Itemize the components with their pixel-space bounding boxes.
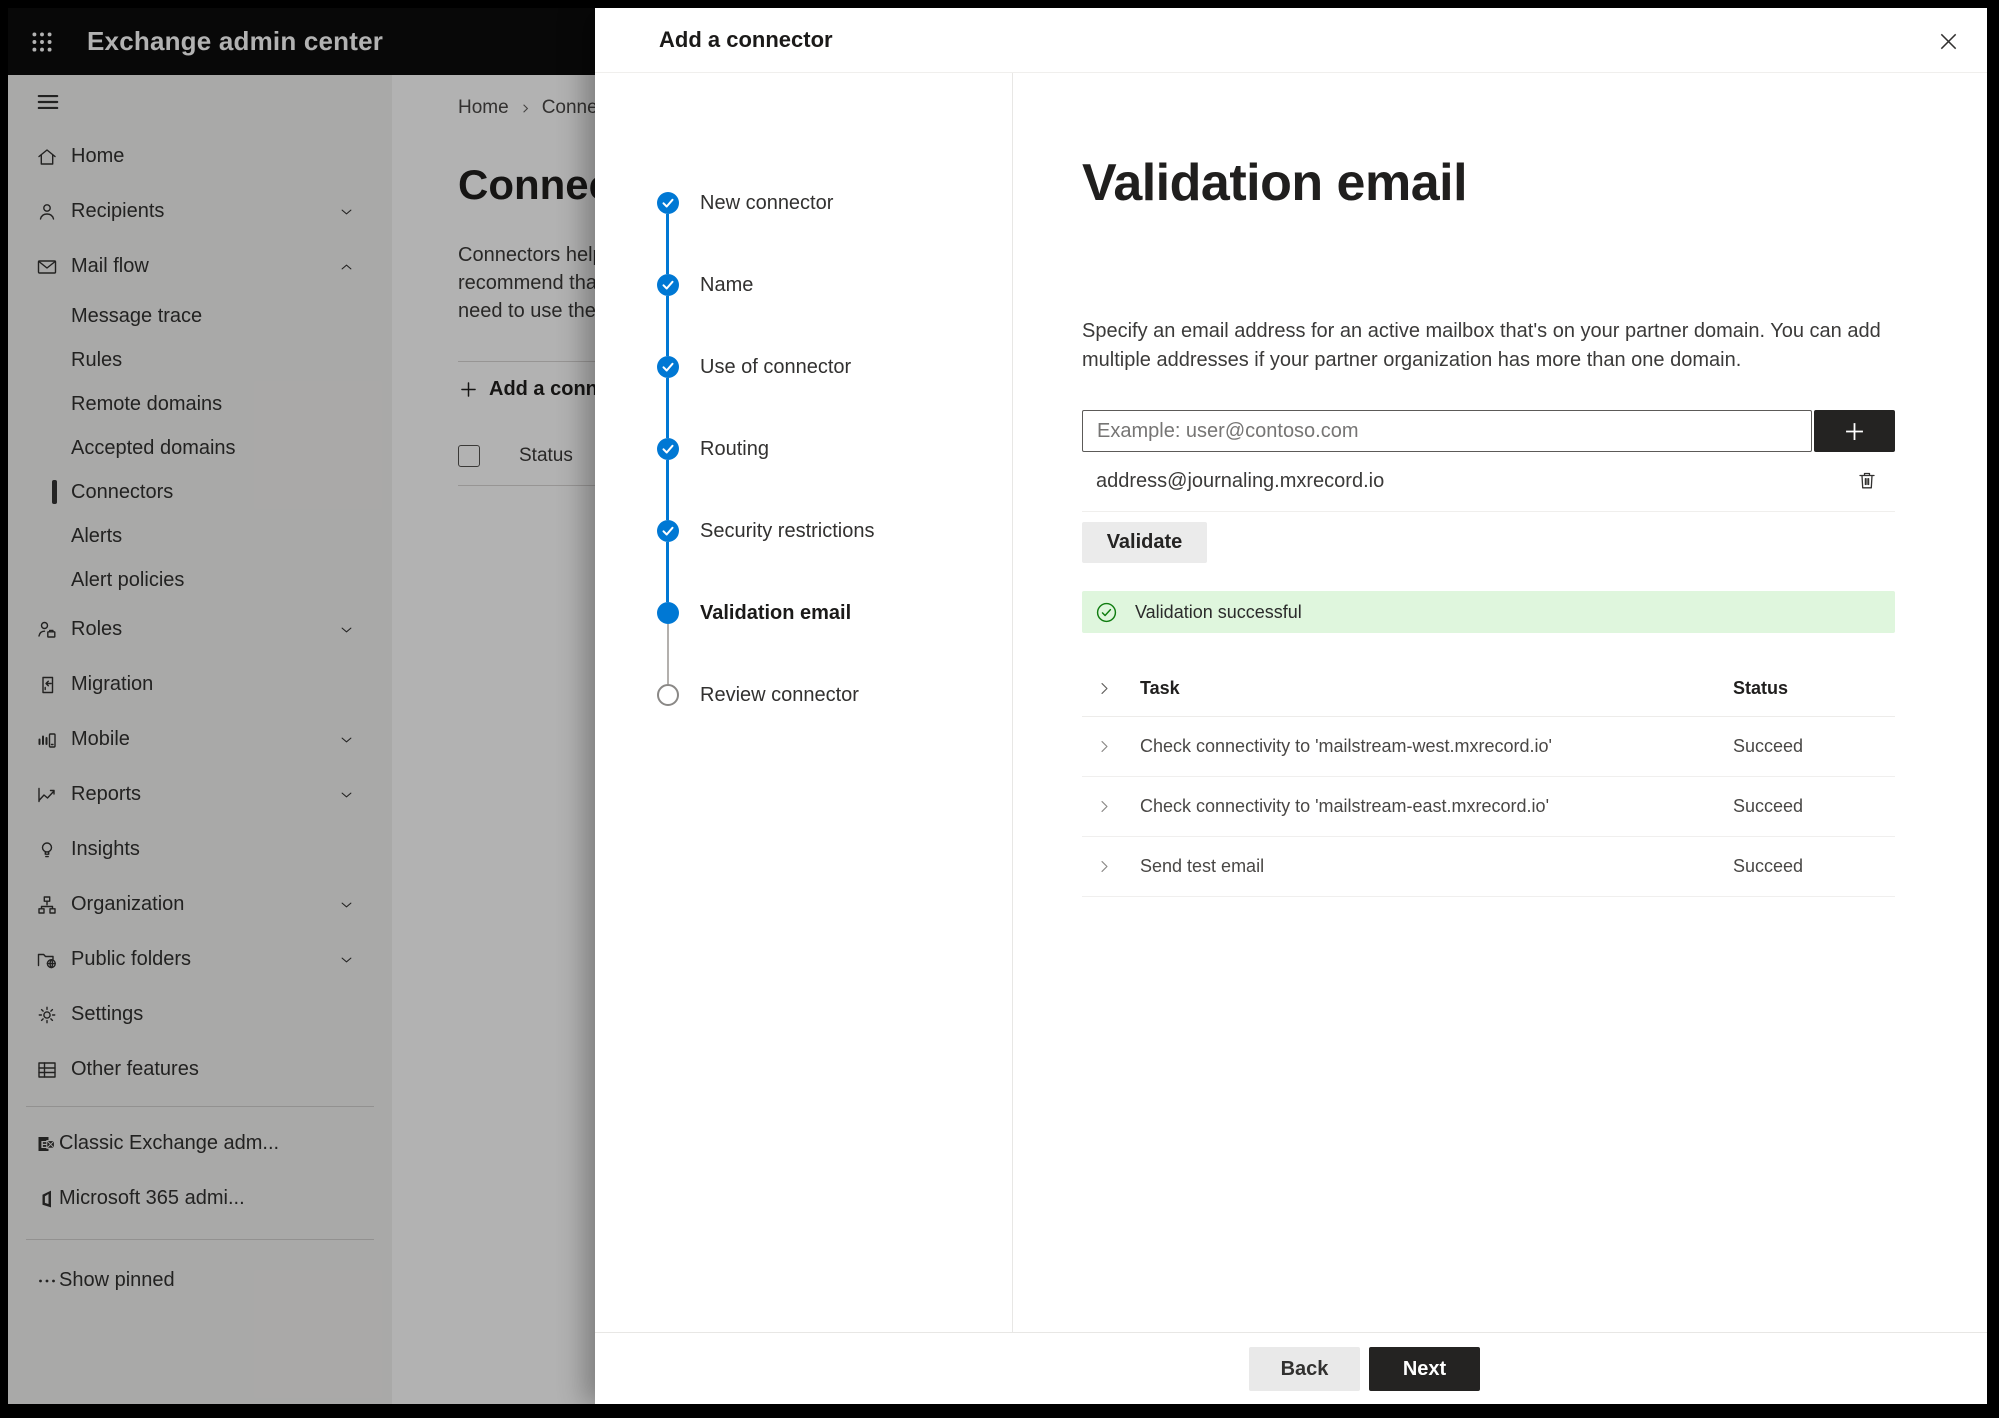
- email-address-input[interactable]: [1082, 410, 1812, 452]
- validation-success-banner: Validation successful: [1082, 591, 1895, 633]
- step-connector: [666, 460, 669, 520]
- success-check-icon: [1096, 602, 1117, 622]
- step-connector: [666, 296, 669, 356]
- check-icon: [662, 526, 674, 536]
- chevron-right-icon[interactable]: [1096, 858, 1113, 875]
- chevron-right-icon[interactable]: [1096, 680, 1113, 697]
- table-row[interactable]: Check connectivity to 'mailstream-west.m…: [1082, 717, 1895, 777]
- next-button[interactable]: Next: [1369, 1347, 1480, 1391]
- chevron-right-icon[interactable]: [1096, 738, 1113, 755]
- back-button[interactable]: Back: [1249, 1347, 1360, 1391]
- check-icon: [662, 280, 674, 290]
- close-button[interactable]: [1931, 24, 1965, 58]
- modal-dim-overlay: [8, 8, 595, 1404]
- step-connector: [667, 624, 669, 684]
- table-row[interactable]: Check connectivity to 'mailstream-east.m…: [1082, 777, 1895, 837]
- table-row[interactable]: Send test email Succeed: [1082, 837, 1895, 897]
- plus-icon: [1846, 422, 1863, 440]
- wizard-step-content: Validation email Specify an email addres…: [1014, 73, 1987, 1332]
- status-cell: Succeed: [1733, 736, 1804, 756]
- step-description: Specify an email address for an active m…: [1082, 320, 1881, 371]
- validate-button[interactable]: Validate: [1082, 522, 1207, 563]
- table-header-row: Task Status: [1082, 661, 1895, 717]
- step-connector: [666, 378, 669, 438]
- task-column-header: Task: [1140, 678, 1180, 698]
- delete-address-button[interactable]: [1853, 466, 1881, 497]
- trash-icon: [1859, 472, 1875, 488]
- chevron-right-icon[interactable]: [1096, 798, 1113, 815]
- panel-title: Add a connector: [659, 27, 833, 52]
- step-heading: Validation email: [1082, 154, 1468, 212]
- status-cell: Succeed: [1733, 796, 1804, 816]
- added-address-row: address@journaling.mxrecord.io: [1082, 452, 1895, 512]
- task-cell: Check connectivity to 'mailstream-east.m…: [1140, 796, 1550, 816]
- add-connector-panel: Add a connector New connector Name Use o…: [595, 8, 1987, 1404]
- step-connector: [666, 542, 669, 602]
- status-cell: Succeed: [1733, 856, 1804, 876]
- added-address: address@journaling.mxrecord.io: [1096, 470, 1385, 492]
- task-cell: Send test email: [1140, 856, 1265, 876]
- wizard-stepper: New connector Name Use of connector Rout…: [595, 73, 1013, 1332]
- task-cell: Check connectivity to 'mailstream-west.m…: [1140, 736, 1552, 756]
- check-icon: [662, 444, 674, 454]
- wizard-footer: Back Next: [595, 1332, 1987, 1404]
- step-connector: [666, 214, 669, 274]
- exchange-admin-app: Exchange admin center Home Recipients Ma…: [8, 8, 1987, 1404]
- validation-results-table: Task Status Check connectivity to 'mails…: [1082, 661, 1895, 897]
- add-email-button[interactable]: [1814, 410, 1895, 452]
- check-icon: [662, 198, 674, 208]
- close-icon: [1940, 33, 1956, 49]
- panel-header: Add a connector: [595, 8, 1987, 73]
- check-icon: [662, 362, 674, 372]
- banner-text: Validation successful: [1135, 601, 1302, 622]
- status-column-header: Status: [1733, 678, 1789, 698]
